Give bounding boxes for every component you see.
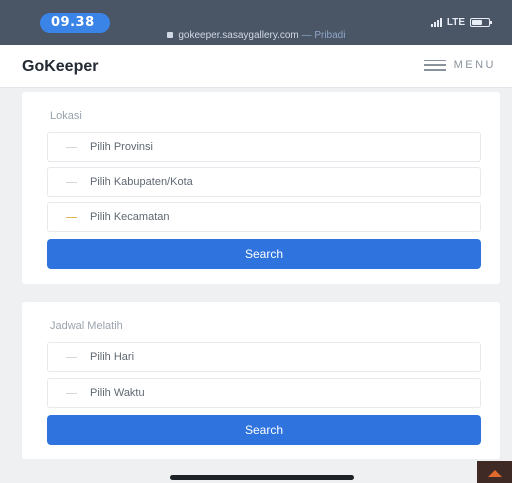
- kabupaten-select-label: Pilih Kabupaten/Kota: [90, 176, 193, 188]
- caret-up-icon: [488, 470, 502, 477]
- menu-label: MENU: [453, 59, 496, 71]
- hari-select[interactable]: Pilih Hari: [47, 342, 481, 372]
- lokasi-search-button[interactable]: Search: [47, 239, 481, 269]
- jadwal-search-button[interactable]: Search: [47, 415, 481, 445]
- hamburger-icon: [423, 59, 446, 71]
- chevron-down-icon: [66, 217, 77, 218]
- app-header: GoKeeper MENU: [0, 45, 512, 88]
- brand-logo[interactable]: GoKeeper: [22, 58, 98, 76]
- chevron-down-icon: [66, 357, 77, 358]
- menu-button[interactable]: MENU: [423, 59, 496, 71]
- lock-icon: [166, 32, 173, 38]
- battery-icon: [470, 17, 492, 27]
- home-indicator: [170, 475, 354, 480]
- kecamatan-select-label: Pilih Kecamatan: [90, 211, 170, 223]
- provinsi-select[interactable]: Pilih Provinsi: [47, 132, 481, 162]
- chevron-down-icon: [66, 393, 77, 394]
- status-indicators: LTE: [430, 14, 492, 30]
- address-bar[interactable]: gokeeper.sasaygallery.com — Pribadi: [0, 30, 512, 41]
- private-label: — Pribadi: [301, 30, 346, 41]
- chevron-down-icon: [66, 147, 77, 148]
- chevron-down-icon: [66, 182, 77, 183]
- scroll-top-button[interactable]: [477, 461, 512, 483]
- page: 09.38 LTE gokeeper.sasaygallery.com — Pr…: [0, 0, 512, 483]
- hari-select-label: Pilih Hari: [90, 351, 135, 363]
- kabupaten-select[interactable]: Pilih Kabupaten/Kota: [47, 167, 481, 197]
- kecamatan-select[interactable]: Pilih Kecamatan: [47, 202, 481, 232]
- signal-icon: [430, 17, 442, 27]
- url-text: gokeeper.sasaygallery.com: [178, 30, 299, 41]
- lokasi-title: Lokasi: [50, 110, 82, 122]
- waktu-select[interactable]: Pilih Waktu: [47, 378, 481, 408]
- jadwal-card: Jadwal Melatih Pilih Hari Pilih Waktu Se…: [22, 302, 500, 459]
- jadwal-title: Jadwal Melatih: [50, 320, 123, 332]
- status-bar: 09.38 LTE gokeeper.sasaygallery.com — Pr…: [0, 0, 512, 45]
- provinsi-select-label: Pilih Provinsi: [90, 141, 153, 153]
- lokasi-card: Lokasi Pilih Provinsi Pilih Kabupaten/Ko…: [22, 92, 500, 284]
- network-type: LTE: [446, 16, 465, 28]
- waktu-select-label: Pilih Waktu: [90, 387, 145, 399]
